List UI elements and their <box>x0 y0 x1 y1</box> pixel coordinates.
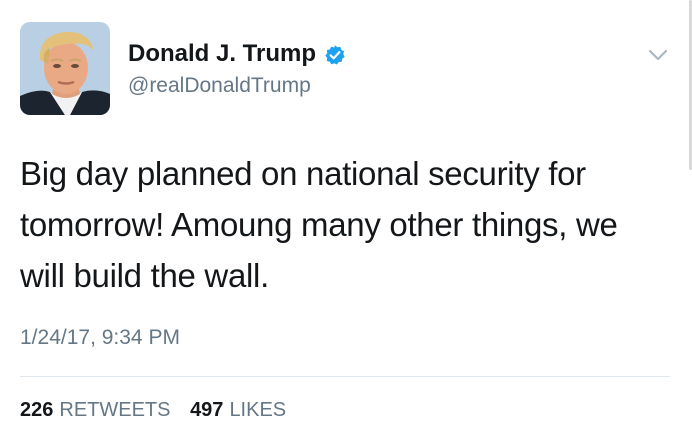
tweet-timestamp[interactable]: 1/24/17, 9:34 PM <box>20 326 180 350</box>
chevron-down-icon[interactable] <box>648 48 668 62</box>
display-name[interactable]: Donald J. Trump <box>128 40 316 68</box>
verified-badge-icon <box>324 44 346 66</box>
retweets-stat[interactable]: 226 RETWEETS <box>20 399 171 422</box>
user-handle[interactable]: @realDonaldTrump <box>128 74 311 98</box>
likes-label: LIKES <box>229 399 287 421</box>
likes-count: 497 <box>190 399 224 421</box>
likes-stat[interactable]: 497 LIKES <box>190 399 286 422</box>
avatar[interactable] <box>20 22 110 115</box>
retweets-label: RETWEETS <box>59 399 171 421</box>
display-name-row[interactable]: Donald J. Trump <box>128 40 346 68</box>
tweet-stats: 226 RETWEETS 497 LIKES <box>20 399 286 422</box>
divider <box>20 376 670 377</box>
avatar-image <box>20 22 110 115</box>
retweets-count: 226 <box>20 399 54 421</box>
tweet-card: Donald J. Trump @realDonaldTrump Big day… <box>0 0 692 445</box>
tweet-text: Big day planned on national security for… <box>20 155 618 294</box>
